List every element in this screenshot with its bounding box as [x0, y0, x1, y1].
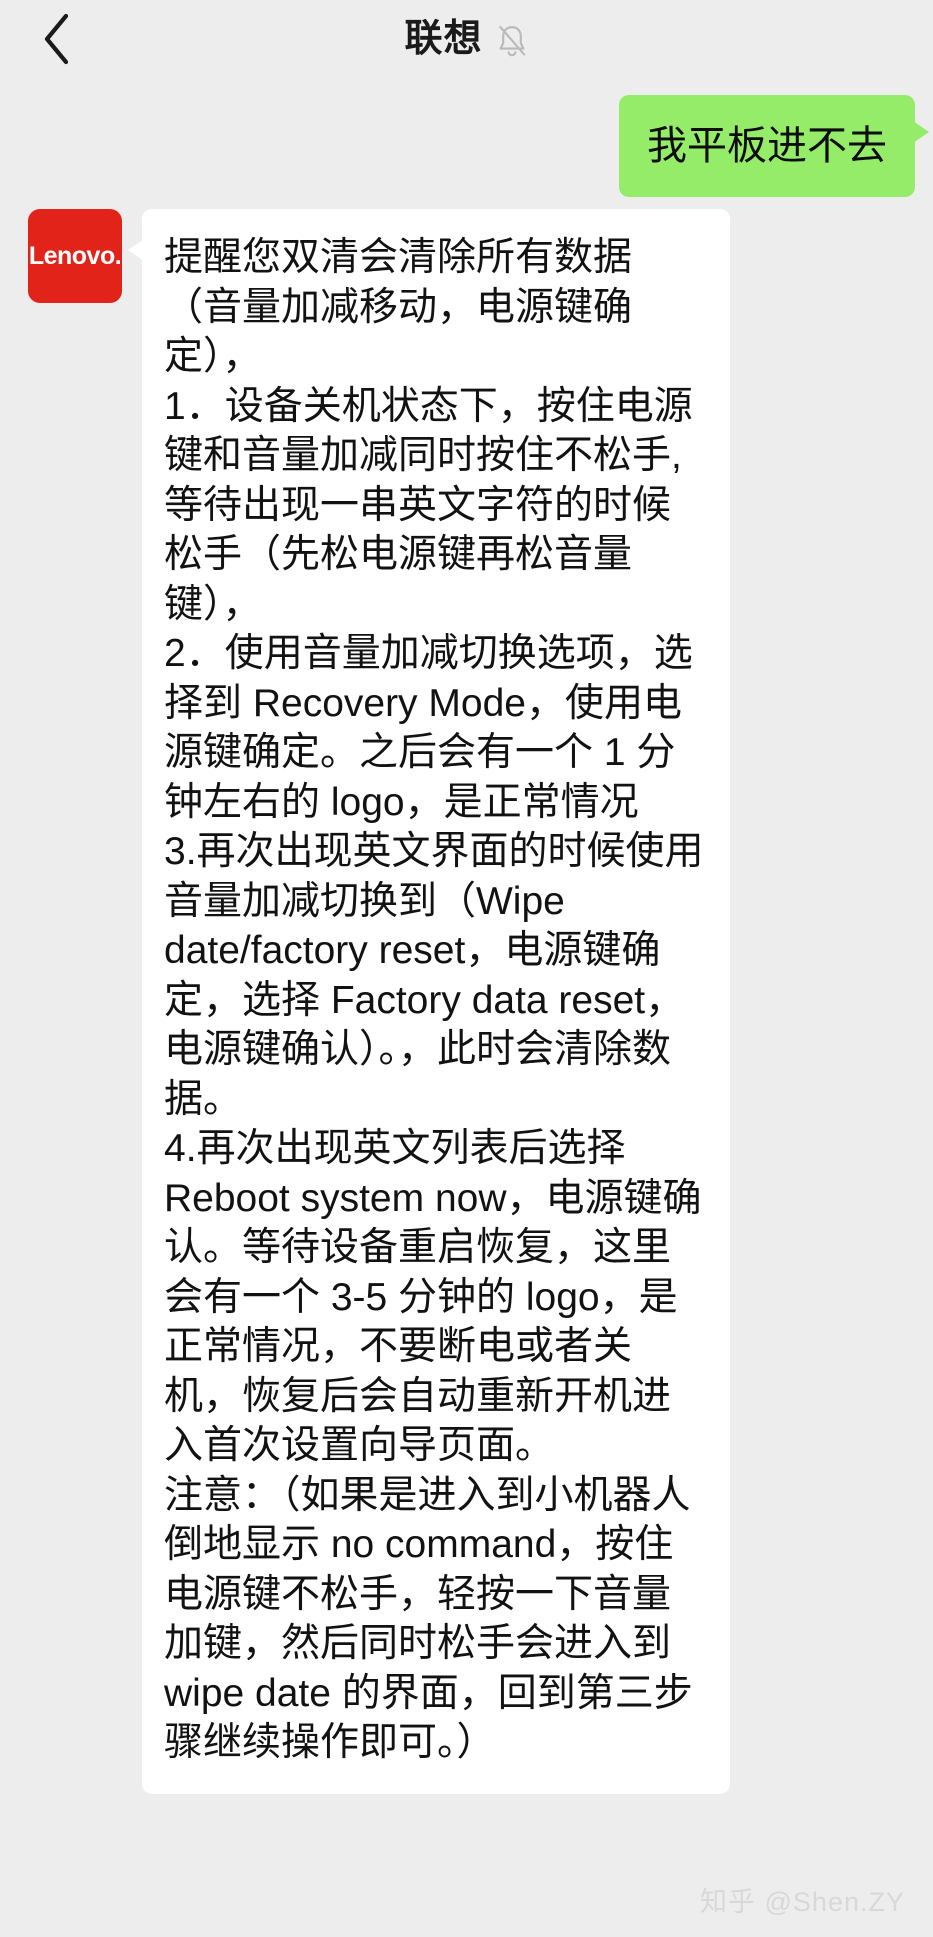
- avatar-brand-label: Lenovo.: [28, 241, 122, 270]
- message-text: 我平板进不去: [647, 124, 887, 168]
- chat-message-list[interactable]: 我平板进不去 Lenovo. 提醒您双清会清除所有数据（音量加减移动，电源键确定…: [0, 78, 933, 1937]
- watermark: 知乎 @Shen.ZY: [700, 1887, 905, 1917]
- message-row-outgoing: 我平板进不去: [0, 78, 933, 197]
- header-title-group: 联想: [404, 20, 528, 58]
- chevron-left-icon: [40, 12, 74, 66]
- bell-muted-icon: [495, 21, 529, 58]
- message-text: 提醒您双清会清除所有数据（音量加减移动，电源键确定）， 1．设备关机状态下，按住…: [164, 236, 704, 1765]
- message-bubble-outgoing[interactable]: 我平板进不去: [619, 95, 929, 197]
- back-button[interactable]: [30, 12, 84, 66]
- message-bubble-incoming[interactable]: 提醒您双清会清除所有数据（音量加减移动，电源键确定）， 1．设备关机状态下，按住…: [128, 209, 730, 1794]
- avatar[interactable]: Lenovo.: [28, 209, 122, 303]
- page-title: 联想: [404, 18, 483, 60]
- app-header: 联想: [0, 0, 933, 78]
- message-row-incoming: Lenovo. 提醒您双清会清除所有数据（音量加减移动，电源键确定）， 1．设备…: [0, 197, 933, 1794]
